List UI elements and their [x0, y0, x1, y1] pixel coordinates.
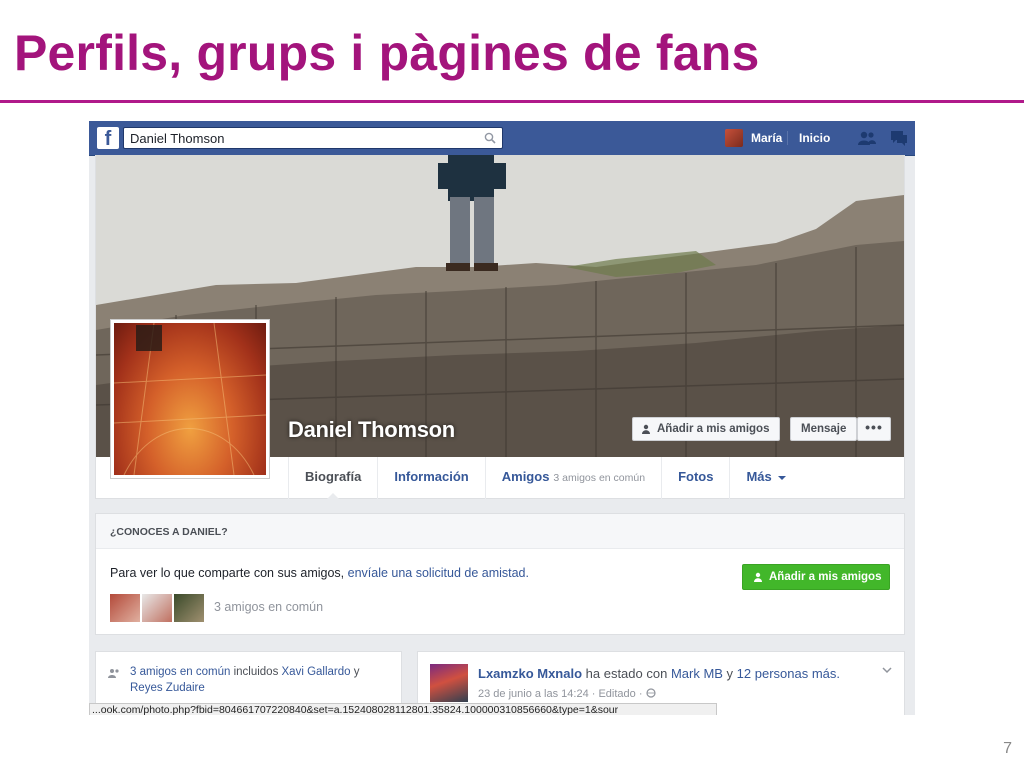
profile-name[interactable]: Daniel Thomson: [288, 417, 455, 443]
browser-status-bar: ...ook.com/photo.php?fbid=80466170722084…: [89, 703, 717, 715]
globe-icon: [645, 688, 656, 698]
and-text: y: [350, 666, 360, 678]
tab-informacion[interactable]: Información: [377, 457, 484, 499]
tab-mas[interactable]: Más: [729, 457, 801, 499]
home-link[interactable]: Inicio: [799, 131, 830, 145]
profile-picture[interactable]: [110, 319, 270, 479]
post-middle-text: ha estado con: [582, 666, 671, 681]
tagged-others-link[interactable]: 12 personas más.: [737, 666, 840, 681]
profile-tabs: Biografía Información Amigos 3 amigos en …: [288, 457, 802, 499]
add-friend-green-button[interactable]: Añadir a mis amigos: [742, 564, 890, 590]
tab-label: Amigos: [501, 469, 550, 484]
friend-link[interactable]: Xavi Gallardo: [282, 666, 351, 678]
more-options-button[interactable]: •••: [857, 417, 891, 441]
user-name-link[interactable]: María: [751, 131, 782, 145]
page-number: 7: [1003, 740, 1012, 757]
profile-header-card: Daniel Thomson Añadir a mis amigos Mensa…: [95, 155, 905, 499]
message-button[interactable]: Mensaje: [790, 417, 858, 441]
tab-biografia[interactable]: Biografía: [288, 457, 377, 499]
search-icon[interactable]: [484, 132, 496, 144]
facebook-topbar: f María Inicio: [89, 121, 915, 156]
know-card-header: ¿CONOCES A DANIEL?: [96, 514, 904, 549]
tab-label: Más: [746, 469, 772, 484]
search-box[interactable]: [123, 127, 503, 149]
mutual-count-link[interactable]: 3 amigos en común: [130, 666, 230, 678]
post-header: Lxamzko Mxnalo ha estado con Mark MB y 1…: [478, 666, 840, 681]
tab-fotos[interactable]: Fotos: [661, 457, 729, 499]
know-text-prefix: Para ver lo que comparte con sus amigos,: [110, 566, 348, 580]
mutual-friend-avatar[interactable]: [110, 594, 140, 622]
post-meta: 23 de junio a las 14:24 · Editado ·: [478, 688, 656, 700]
slide-title: Perfils, grups i pàgines de fans: [14, 25, 760, 81]
included-text: incluidos: [230, 666, 282, 678]
post-timestamp[interactable]: 23 de junio a las 14:24 · Editado ·: [478, 688, 646, 700]
facebook-logo-icon[interactable]: f: [97, 127, 119, 150]
mutual-friend-avatar[interactable]: [174, 594, 204, 622]
friend-link[interactable]: Reyes Zudaire: [130, 682, 205, 694]
search-input[interactable]: [130, 131, 470, 146]
send-request-link[interactable]: envíale una solicitud de amistad.: [348, 566, 529, 580]
topbar-separator: [787, 131, 788, 145]
know-card-title: ¿CONOCES A DANIEL?: [110, 526, 228, 538]
profile-picture-image: [114, 323, 266, 475]
chevron-down-icon[interactable]: [882, 666, 892, 674]
post-author-avatar[interactable]: [430, 664, 468, 702]
tab-mutual-count: 3 amigos en común: [553, 472, 646, 484]
mutual-friends-link[interactable]: 3 amigos en común: [214, 600, 323, 614]
post-author-link[interactable]: Lxamzko Mxnalo: [478, 666, 582, 681]
add-friend-icon: [754, 572, 762, 582]
add-friend-icon: [642, 424, 650, 434]
tagged-friend-link[interactable]: Mark MB: [671, 666, 723, 681]
tab-label: Fotos: [678, 469, 714, 484]
add-friend-button[interactable]: Añadir a mis amigos: [632, 417, 781, 441]
tab-label: Información: [394, 469, 469, 484]
user-avatar[interactable]: [725, 129, 743, 147]
messages-icon[interactable]: [889, 129, 909, 147]
mutual-friends-summary: 3 amigos en común incluidos Xavi Gallard…: [130, 664, 390, 696]
chevron-down-icon: [777, 475, 786, 480]
title-divider: [0, 100, 1024, 103]
friend-requests-icon[interactable]: [857, 130, 877, 146]
add-friend-label: Añadir a mis amigos: [657, 423, 770, 435]
mutual-friend-avatar[interactable]: [142, 594, 172, 622]
tab-amigos[interactable]: Amigos 3 amigos en común: [484, 457, 661, 499]
tab-label: Biografía: [305, 469, 362, 484]
know-person-card: ¿CONOCES A DANIEL? Para ver lo que compa…: [95, 513, 905, 635]
add-friend-green-label: Añadir a mis amigos: [769, 571, 882, 583]
friends-icon: [108, 669, 119, 678]
post-and-text: y: [722, 666, 737, 681]
know-card-text: Para ver lo que comparte con sus amigos,…: [110, 566, 529, 580]
facebook-screenshot: f María Inicio: [89, 121, 915, 715]
